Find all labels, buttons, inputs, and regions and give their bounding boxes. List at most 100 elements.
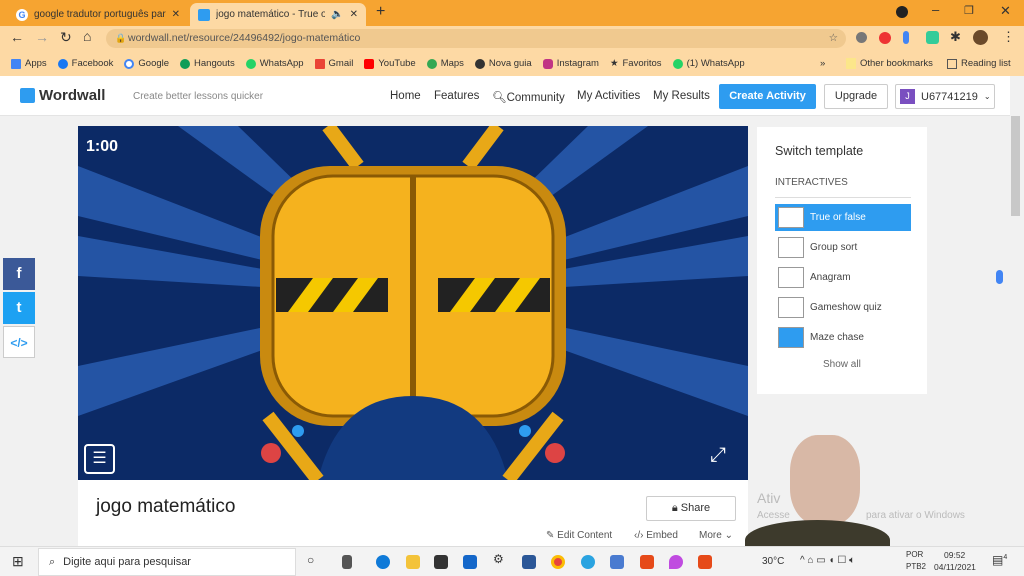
- menu-button[interactable]: ☰: [84, 444, 115, 474]
- nav-community[interactable]: 🔍︎Community: [492, 90, 565, 104]
- address-bar[interactable]: 🔒 wordwall.net/resource/24496492/jogo-ma…: [106, 29, 846, 48]
- forward-icon[interactable]: →: [35, 29, 49, 45]
- bookmark-whatsapp[interactable]: WhatsApp: [245, 58, 304, 69]
- other-bookmarks[interactable]: Other bookmarks: [846, 58, 933, 69]
- settings-icon[interactable]: ⚙: [493, 552, 504, 566]
- bookmark-gmail[interactable]: Gmail: [314, 58, 353, 69]
- tab-wordwall[interactable]: jogo matemático - True or fa 🔈 ✕: [190, 3, 366, 26]
- language-indicator[interactable]: POR: [906, 550, 923, 559]
- bookmark-youtube[interactable]: YouTube: [364, 58, 416, 69]
- chrome-icon[interactable]: [551, 555, 565, 569]
- notifications-icon[interactable]: ▤4: [992, 553, 1007, 567]
- telegram-icon[interactable]: [581, 555, 595, 569]
- lock-icon: 🔒︎: [671, 502, 681, 514]
- new-tab-button[interactable]: +: [376, 3, 385, 21]
- scrollbar[interactable]: [1011, 116, 1020, 216]
- audio-icon[interactable]: 🔈: [331, 9, 343, 20]
- facebook-share-button[interactable]: f: [3, 258, 35, 290]
- close-window-button[interactable]: ✕: [1000, 3, 1011, 19]
- clock[interactable]: 09:52: [944, 550, 965, 560]
- extension-icon[interactable]: [926, 31, 939, 44]
- embed-link[interactable]: ‹/› Embed: [634, 530, 678, 541]
- bookmark-instagram[interactable]: Instagram: [542, 58, 599, 69]
- template-gameshow-quiz[interactable]: Gameshow quiz: [775, 294, 911, 321]
- template-maze-chase[interactable]: Maze chase: [775, 324, 911, 351]
- nav-home[interactable]: Home: [390, 90, 421, 102]
- tray-icons[interactable]: ^ ⌂ ▭ ◖ ☐ 🔈︎: [800, 555, 855, 566]
- bookmarks-bar: Apps Facebook Google Hangouts WhatsApp G…: [0, 51, 1024, 76]
- site-header: Wordwall Create better lessons quicker H…: [0, 76, 1010, 116]
- true-or-false-icon: [778, 207, 804, 228]
- upgrade-button[interactable]: Upgrade: [824, 84, 888, 109]
- create-activity-button[interactable]: Create Activity: [719, 84, 816, 109]
- office-icon[interactable]: [698, 555, 712, 569]
- bookmark-nova-guia[interactable]: Nova guia: [474, 58, 532, 69]
- more-link[interactable]: More ⌄: [699, 530, 733, 541]
- folder-icon: [846, 58, 856, 69]
- adblock-icon[interactable]: [879, 32, 891, 44]
- home-icon[interactable]: ⌂: [83, 28, 91, 44]
- app-icon[interactable]: [669, 555, 683, 569]
- tab-google-translate[interactable]: G google tradutor português para ✕: [8, 3, 188, 26]
- store-icon[interactable]: [434, 555, 448, 569]
- mic-icon[interactable]: [996, 270, 1003, 284]
- extension-icon[interactable]: [856, 32, 867, 43]
- edge-icon[interactable]: [376, 555, 390, 569]
- more-bookmarks-icon[interactable]: »: [820, 58, 825, 69]
- app-icon[interactable]: [610, 555, 624, 569]
- apps-icon: [11, 58, 21, 69]
- menu-icon[interactable]: ⋮: [1002, 29, 1015, 45]
- bookmark-google[interactable]: Google: [124, 58, 169, 69]
- bookmark-whatsapp-2[interactable]: (1) WhatsApp: [672, 58, 745, 69]
- user-menu[interactable]: J U67741219 ⌄: [895, 84, 995, 109]
- activity-title: jogo matemático: [96, 496, 236, 517]
- nav-features[interactable]: Features: [434, 90, 479, 102]
- cortana-icon[interactable]: ○: [307, 553, 314, 567]
- minimize-button[interactable]: –: [932, 2, 939, 17]
- nav-my-results[interactable]: My Results: [653, 90, 710, 102]
- globe-icon: [474, 58, 485, 69]
- reading-list[interactable]: Reading list: [947, 58, 1011, 69]
- avatar[interactable]: [973, 30, 988, 45]
- profile-icon[interactable]: [896, 6, 908, 18]
- office-icon[interactable]: [640, 555, 654, 569]
- bookmark-apps[interactable]: Apps: [11, 58, 47, 69]
- twitter-share-button[interactable]: t: [3, 292, 35, 324]
- template-group-sort[interactable]: Group sort: [775, 234, 911, 261]
- wordwall-logo[interactable]: Wordwall: [20, 87, 105, 104]
- bookmark-hangouts[interactable]: Hangouts: [180, 58, 235, 69]
- template-anagram[interactable]: Anagram: [775, 264, 911, 291]
- game-area[interactable]: 1:00 ☰ ⤢: [78, 126, 748, 480]
- embed-share-button[interactable]: </>: [3, 326, 35, 358]
- word-icon[interactable]: [522, 555, 536, 569]
- edit-content-link[interactable]: ✎ Edit Content: [546, 530, 612, 541]
- puzzle-icon[interactable]: ✱: [950, 29, 961, 45]
- maze-chase-icon: [778, 327, 804, 348]
- nav-my-activities[interactable]: My Activities: [577, 90, 640, 102]
- bookmark-favoritos[interactable]: ★ Favoritos: [610, 58, 662, 69]
- search-icon: ⌕: [49, 555, 56, 568]
- bookmark-maps[interactable]: Maps: [426, 58, 464, 69]
- taskbar-search[interactable]: ⌕ Digite aqui para pesquisar: [38, 548, 296, 576]
- task-view-icon[interactable]: [342, 555, 352, 569]
- close-icon[interactable]: ✕: [172, 9, 180, 20]
- windows-start-icon[interactable]: ⊞: [12, 553, 24, 570]
- file-explorer-icon[interactable]: [406, 555, 420, 569]
- divider: [775, 197, 911, 198]
- back-icon[interactable]: ←: [10, 29, 24, 45]
- close-icon[interactable]: ✕: [350, 9, 358, 20]
- template-true-or-false[interactable]: True or false: [775, 204, 911, 231]
- fullscreen-icon[interactable]: ⤢: [710, 444, 726, 467]
- mic-extension-icon[interactable]: [903, 31, 909, 44]
- reload-icon[interactable]: ↻: [60, 29, 72, 46]
- restore-button[interactable]: ❐: [964, 4, 974, 17]
- tab-bar: G google tradutor português para ✕ jogo …: [0, 0, 1024, 26]
- show-all-link[interactable]: Show all: [823, 359, 861, 370]
- bookmark-facebook[interactable]: Facebook: [57, 58, 113, 69]
- google-icon: G: [16, 8, 28, 21]
- mail-icon[interactable]: [463, 555, 477, 569]
- tagline: Create better lessons quicker: [133, 91, 264, 102]
- star-icon[interactable]: ☆: [829, 29, 838, 48]
- weather[interactable]: 30°C: [762, 556, 784, 567]
- share-button[interactable]: 🔒︎ Share: [646, 496, 736, 521]
